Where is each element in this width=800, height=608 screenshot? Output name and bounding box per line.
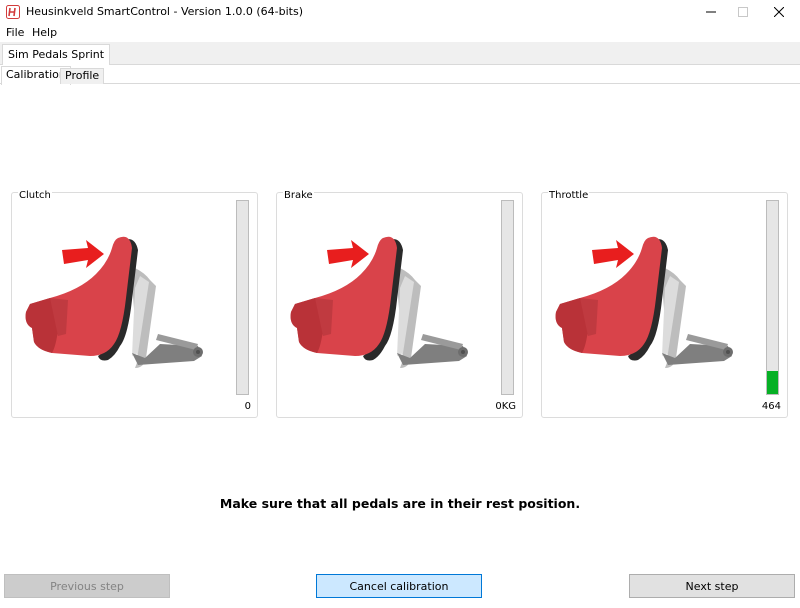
maximize-icon: [738, 7, 748, 17]
device-tabstrip: Sim Pedals Sprint: [0, 42, 800, 65]
clutch-label: Clutch: [18, 190, 52, 201]
throttle-panel: Throttle 464: [541, 190, 788, 418]
brake-value: 0KG: [495, 401, 516, 412]
maximize-button[interactable]: [726, 0, 760, 24]
throttle-label: Throttle: [548, 190, 590, 201]
menu-bar: File Help: [0, 24, 800, 42]
tabstrip: Calibration Profile: [0, 65, 800, 85]
throttle-level-bar: [766, 200, 779, 395]
heusinkveld-logo-icon: [6, 5, 20, 19]
clutch-panel: Clutch 0: [11, 190, 258, 418]
close-button[interactable]: [762, 0, 796, 24]
clutch-value: 0: [244, 401, 251, 412]
next-step-button[interactable]: Next step: [629, 574, 795, 598]
minimize-icon: [706, 11, 716, 13]
brake-label: Brake: [283, 190, 314, 201]
throttle-value: 464: [761, 401, 781, 412]
foot-pressing-pedal-icon: [555, 236, 733, 368]
tab-profile[interactable]: Profile: [60, 68, 105, 84]
clutch-level-bar: [236, 200, 249, 395]
foot-pressing-pedal-icon: [25, 236, 203, 368]
title-bar: Heusinkveld SmartControl - Version 1.0.0…: [0, 0, 800, 24]
brake-level-bar: [501, 200, 514, 395]
close-icon: [774, 7, 784, 17]
brake-panel: Brake 0KG: [276, 190, 523, 418]
previous-step-button[interactable]: Previous step: [4, 574, 170, 598]
menu-help[interactable]: Help: [32, 26, 57, 39]
menu-file[interactable]: File: [6, 26, 24, 39]
foot-pressing-pedal-icon: [290, 236, 468, 368]
throttle-level-fill: [767, 370, 778, 394]
cancel-calibration-button[interactable]: Cancel calibration: [316, 574, 482, 598]
minimize-button[interactable]: [694, 0, 728, 24]
instruction-text: Make sure that all pedals are in their r…: [219, 496, 581, 511]
window-title: Heusinkveld SmartControl - Version 1.0.0…: [26, 5, 304, 18]
tab-sim-pedals-sprint[interactable]: Sim Pedals Sprint: [2, 44, 111, 65]
